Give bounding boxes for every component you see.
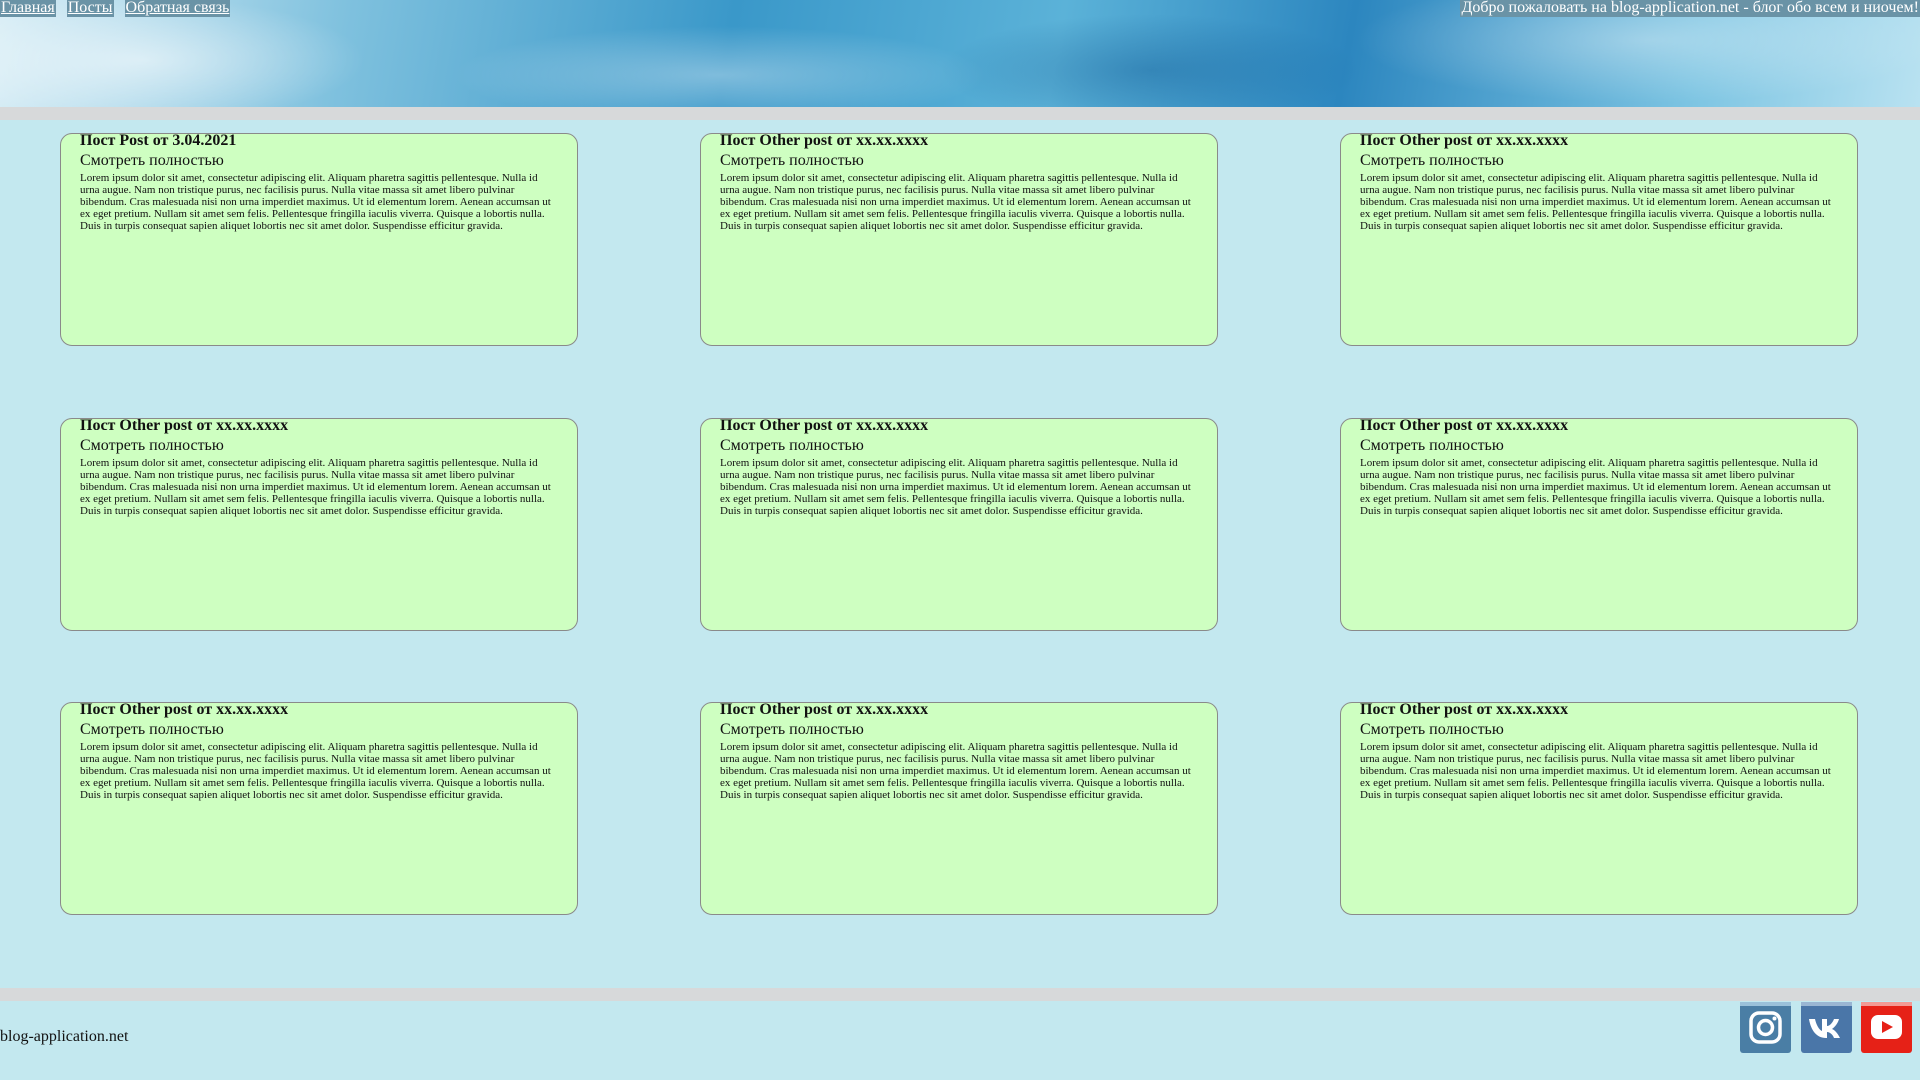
post-title: Пост Other post от xx.xx.xxxx [720, 132, 929, 149]
post-card: Пост Other post от xx.xx.xxxx Смотреть п… [1340, 133, 1858, 346]
post-title: Пост Other post от xx.xx.xxxx [80, 417, 289, 434]
read-more-link[interactable]: Смотреть полностью [80, 437, 224, 455]
post-card: Пост Other post от xx.xx.xxxx Смотреть п… [700, 133, 1218, 346]
footer-site-name: blog-application.net [0, 1028, 129, 1045]
instagram-icon [1740, 1002, 1791, 1053]
post-title: Пост Other post от xx.xx.xxxx [1360, 132, 1569, 149]
header-banner: Главная Посты Обратная связь Добро пожал… [0, 0, 1920, 107]
read-more-link[interactable]: Смотреть полностью [720, 152, 864, 170]
post-card: Пост Post от 3.04.2021 Смотреть полность… [60, 133, 578, 346]
main-nav: Главная Посты Обратная связь [0, 0, 231, 17]
vk-icon [1801, 1002, 1852, 1053]
post-excerpt: Lorem ipsum dolor sit amet, consectetur … [720, 172, 1191, 232]
footer-divider [0, 988, 1920, 1001]
post-title: Пост Other post от xx.xx.xxxx [80, 701, 289, 718]
post-excerpt: Lorem ipsum dolor sit amet, consectetur … [80, 457, 551, 517]
post-card: Пост Other post от xx.xx.xxxx Смотреть п… [60, 418, 578, 631]
instagram-link[interactable] [1740, 1002, 1791, 1053]
post-excerpt: Lorem ipsum dolor sit amet, consectetur … [1360, 172, 1831, 232]
youtube-link[interactable] [1861, 1002, 1912, 1053]
post-card: Пост Other post от xx.xx.xxxx Смотреть п… [700, 702, 1218, 915]
post-title: Пост Other post от xx.xx.xxxx [720, 701, 929, 718]
welcome-message: Добро пожаловать на blog-application.net… [1460, 0, 1920, 17]
nav-link-home[interactable]: Главная [0, 0, 56, 17]
top-divider [0, 107, 1920, 120]
post-card: Пост Other post от xx.xx.xxxx Смотреть п… [1340, 418, 1858, 631]
read-more-link[interactable]: Смотреть полностью [80, 721, 224, 739]
post-card: Пост Other post от xx.xx.xxxx Смотреть п… [1340, 702, 1858, 915]
youtube-icon [1861, 1002, 1912, 1053]
post-title: Пост Post от 3.04.2021 [80, 132, 237, 149]
read-more-link[interactable]: Смотреть полностью [1360, 437, 1504, 455]
post-card: Пост Other post от xx.xx.xxxx Смотреть п… [60, 702, 578, 915]
post-excerpt: Lorem ipsum dolor sit amet, consectetur … [80, 172, 551, 232]
read-more-link[interactable]: Смотреть полностью [1360, 721, 1504, 739]
post-card: Пост Other post от xx.xx.xxxx Смотреть п… [700, 418, 1218, 631]
post-excerpt: Lorem ipsum dolor sit amet, consectetur … [720, 457, 1191, 517]
post-title: Пост Other post от xx.xx.xxxx [1360, 417, 1569, 434]
nav-link-posts[interactable]: Посты [66, 0, 114, 17]
nav-link-feedback[interactable]: Обратная связь [124, 0, 231, 17]
read-more-link[interactable]: Смотреть полностью [1360, 152, 1504, 170]
read-more-link[interactable]: Смотреть полностью [720, 437, 864, 455]
read-more-link[interactable]: Смотреть полностью [80, 152, 224, 170]
post-excerpt: Lorem ipsum dolor sit amet, consectetur … [720, 741, 1191, 801]
post-excerpt: Lorem ipsum dolor sit amet, consectetur … [1360, 741, 1831, 801]
post-title: Пост Other post от xx.xx.xxxx [720, 417, 929, 434]
post-excerpt: Lorem ipsum dolor sit amet, consectetur … [80, 741, 551, 801]
read-more-link[interactable]: Смотреть полностью [720, 721, 864, 739]
post-excerpt: Lorem ipsum dolor sit amet, consectetur … [1360, 457, 1831, 517]
vk-link[interactable] [1801, 1002, 1852, 1053]
post-title: Пост Other post от xx.xx.xxxx [1360, 701, 1569, 718]
